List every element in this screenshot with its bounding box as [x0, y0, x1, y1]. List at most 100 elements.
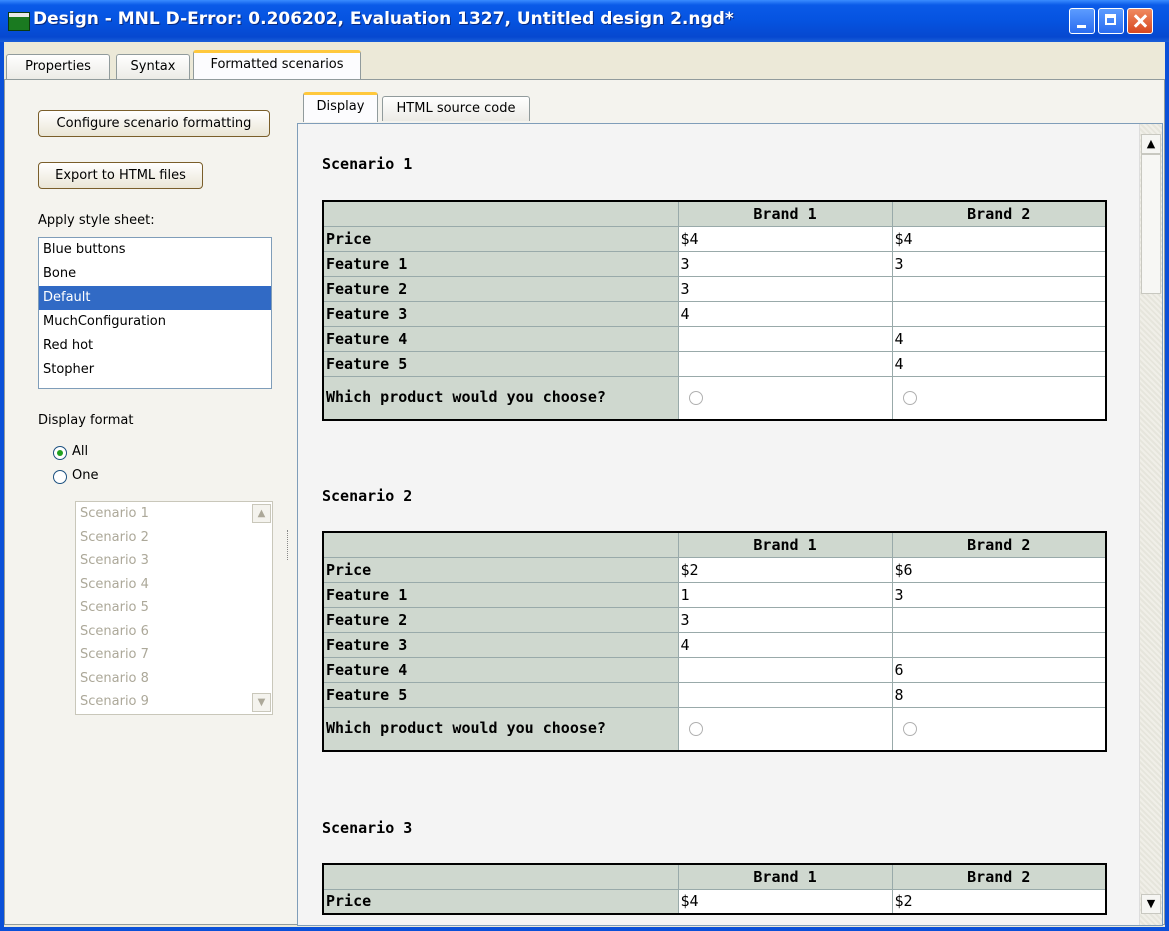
minimize-button[interactable] [1069, 8, 1095, 34]
radio-all[interactable] [53, 446, 67, 460]
app-window: Design - MNL D-Error: 0.206202, Evaluati… [0, 0, 1169, 931]
corner-cell [322, 531, 679, 558]
stylesheet-list[interactable]: Blue buttons Bone Default MuchConfigurat… [38, 237, 272, 389]
scenario-display[interactable]: Scenario 1 Brand 1 Brand 2 Price $4 $4 Fea… [297, 123, 1163, 926]
left-pane: Configure scenario formatting Export to … [9, 80, 284, 926]
export-html-button[interactable]: Export to HTML files [38, 162, 203, 189]
close-button[interactable] [1127, 8, 1153, 34]
cell: 4 [677, 631, 893, 658]
cell: 4 [891, 350, 1107, 377]
cell: $6 [891, 556, 1107, 583]
choice-cell [891, 375, 1107, 421]
maximize-button[interactable] [1098, 8, 1124, 34]
choice-cell [891, 706, 1107, 752]
row-header: Feature 2 [322, 275, 679, 302]
scenario-list: Scenario 1 Scenario 2 Scenario 3 Scenari… [75, 501, 273, 715]
window-title: Design - MNL D-Error: 0.206202, Evaluati… [33, 9, 734, 29]
cell: 3 [891, 581, 1107, 608]
cell [677, 681, 893, 708]
choice-radio-brand-1[interactable] [688, 722, 703, 737]
scenario-list-item: Scenario 1 [80, 506, 149, 521]
row-header: Feature 4 [322, 656, 679, 683]
client-area: Properties Syntax Formatted scenarios Co… [4, 42, 1165, 927]
display-format-label: Display format [38, 413, 134, 428]
radio-one-label: One [72, 468, 99, 483]
scenario-title: Scenario 2 [322, 487, 413, 505]
cell: $4 [677, 225, 893, 252]
tab-html-source[interactable]: HTML source code [382, 96, 530, 121]
row-header: Price [322, 225, 679, 252]
choice-question: Which product would you choose? [322, 375, 679, 421]
stylesheet-item-selected[interactable]: Default [39, 286, 271, 310]
scenario-title: Scenario 1 [322, 155, 413, 173]
scenario-table: Brand 1 Brand 2 Price $4 $2 [322, 863, 1107, 915]
choice-radio-brand-1[interactable] [688, 391, 703, 406]
cell: 3 [677, 275, 893, 302]
vertical-scrollbar[interactable]: ▲ ▼ [1139, 124, 1162, 925]
configure-formatting-button[interactable]: Configure scenario formatting [38, 110, 270, 137]
column-header: Brand 1 [677, 200, 893, 227]
scenario-list-item: Scenario 6 [80, 623, 149, 639]
cell: 1 [677, 581, 893, 608]
chevron-up-icon: ▲ [252, 504, 271, 523]
formatted-scenarios-panel: Configure scenario formatting Export to … [4, 79, 1165, 926]
title-bar[interactable]: Design - MNL D-Error: 0.206202, Evaluati… [0, 0, 1169, 42]
scenario-list-item: Scenario 7 [80, 647, 149, 662]
choice-radio-brand-2[interactable] [902, 722, 917, 737]
choice-radio-brand-2[interactable] [902, 391, 917, 406]
cell: 3 [677, 606, 893, 633]
scenario-list-item: Scenario 5 [80, 600, 149, 615]
stylesheet-item[interactable]: Stopher [39, 358, 271, 382]
row-header: Feature 1 [322, 581, 679, 608]
row-header: Feature 3 [322, 631, 679, 658]
stylesheet-item[interactable]: Red hot [39, 334, 271, 358]
scroll-thumb[interactable] [1141, 154, 1161, 294]
cell [891, 606, 1107, 633]
column-header: Brand 2 [891, 863, 1107, 890]
radio-one[interactable] [53, 470, 67, 484]
cell: 4 [891, 325, 1107, 352]
corner-cell [322, 863, 679, 890]
right-pane: Display HTML source code Scenario 1 Bran… [293, 80, 1163, 926]
choice-cell [677, 706, 893, 752]
scroll-down-icon[interactable]: ▼ [1141, 894, 1161, 914]
cell [677, 350, 893, 377]
stylesheet-item[interactable]: MuchConfiguration [39, 310, 271, 334]
scroll-up-icon[interactable]: ▲ [1141, 134, 1161, 154]
column-header: Brand 2 [891, 531, 1107, 558]
choice-cell [677, 375, 893, 421]
cell: $4 [891, 225, 1107, 252]
stylesheet-item[interactable]: Bone [39, 262, 271, 286]
cell: 8 [891, 681, 1107, 708]
radio-all-label: All [72, 444, 89, 459]
row-header: Feature 2 [322, 606, 679, 633]
row-header: Price [322, 556, 679, 583]
cell: 3 [891, 250, 1107, 277]
cell [891, 631, 1107, 658]
row-header: Feature 1 [322, 250, 679, 277]
choice-question: Which product would you choose? [322, 706, 679, 752]
row-header: Feature 5 [322, 681, 679, 708]
cell: $2 [677, 556, 893, 583]
scenario-list-item: Scenario 2 [80, 529, 149, 545]
splitter-handle[interactable] [287, 530, 290, 560]
tab-properties[interactable]: Properties [6, 54, 110, 79]
cell: $4 [677, 888, 893, 915]
tab-display[interactable]: Display [303, 92, 378, 122]
scenario-list-item: Scenario 9 [80, 694, 149, 709]
scenario-list-item: Scenario 4 [80, 576, 149, 592]
column-header: Brand 1 [677, 531, 893, 558]
stylesheet-item[interactable]: Blue buttons [39, 238, 271, 262]
cell [891, 300, 1107, 327]
scenario-table: Brand 1 Brand 2 Price $4 $4 Feature 133 Fe… [322, 200, 1107, 421]
corner-cell [322, 200, 679, 227]
row-header: Price [322, 888, 679, 915]
cell: 4 [677, 300, 893, 327]
cell [891, 275, 1107, 302]
cell [677, 656, 893, 683]
scenario-title: Scenario 3 [322, 819, 413, 837]
scenario-table: Brand 1 Brand 2 Price $2 $6 Feature 113 Fe… [322, 531, 1107, 752]
tab-formatted-scenarios[interactable]: Formatted scenarios [193, 50, 361, 80]
chevron-down-icon: ▼ [252, 693, 271, 712]
tab-syntax[interactable]: Syntax [116, 54, 190, 79]
